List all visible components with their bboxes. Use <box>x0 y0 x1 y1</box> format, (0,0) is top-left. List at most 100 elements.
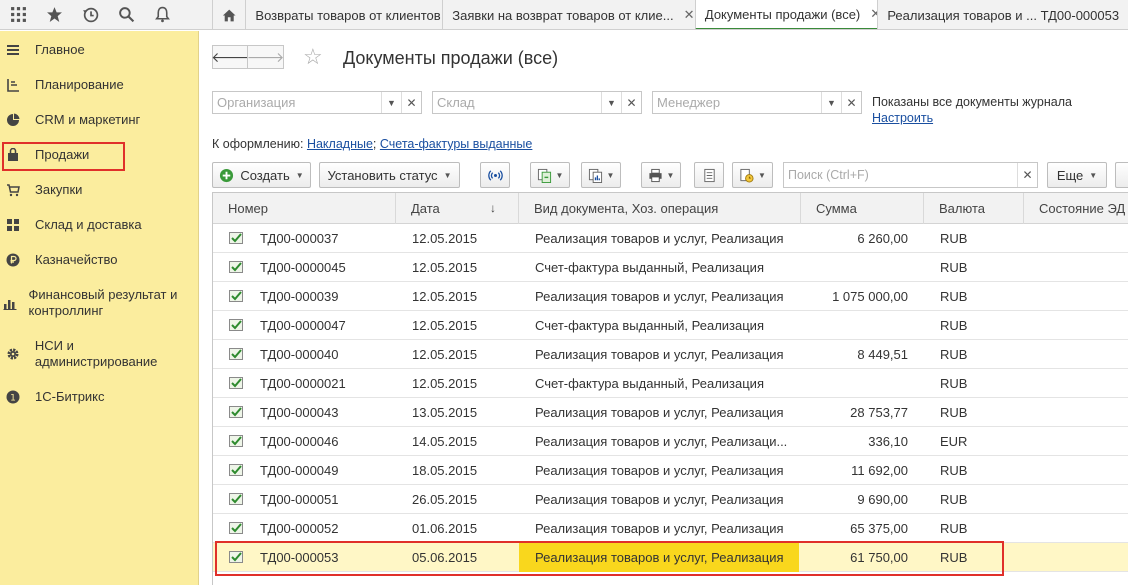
table-row[interactable]: ТД00-0000047 12.05.2015 Счет-фактура выдан… <box>213 311 1128 340</box>
ruble-icon <box>0 253 26 267</box>
document-clock-icon <box>739 168 754 183</box>
table-row[interactable]: ТД00-000040 12.05.2015 Реализация товаров … <box>213 340 1128 369</box>
sidebar-item-financial-result[interactable]: Финансовый результат и контроллинг <box>0 287 199 319</box>
favorite-star-icon[interactable]: ☆ <box>303 44 323 70</box>
clear-icon[interactable]: ✕ <box>841 92 861 113</box>
home-tab[interactable] <box>212 0 245 29</box>
tab-label: Документы продажи (все) <box>704 6 861 22</box>
sidebar-item-main[interactable]: Главное <box>0 42 199 58</box>
invoices-link[interactable]: Накладные <box>307 137 373 151</box>
documents-table: Номер Дата ↓ Вид документа, Хоз. операци… <box>212 192 1128 585</box>
column-header-date[interactable]: Дата <box>396 193 519 224</box>
cell-sum: 28 753,77 <box>850 405 908 420</box>
sidebar-item-warehouse[interactable]: Склад и доставка <box>0 217 199 233</box>
manager-placeholder: Менеджер <box>657 95 721 110</box>
organization-placeholder: Организация <box>217 95 296 110</box>
cell-number: ТД00-0000045 <box>260 260 346 275</box>
sidebar-item-label: Планирование <box>35 77 124 92</box>
posted-document-icon <box>229 232 243 244</box>
cell-currency: RUB <box>940 318 968 333</box>
cell-operation: Реализация товаров и услуг, Реализация <box>535 405 784 420</box>
cell-sum: 6 260,00 <box>857 231 908 246</box>
edi-button[interactable] <box>480 162 510 188</box>
column-header-date-label: Дата <box>411 201 440 216</box>
issued-invoices-link[interactable]: Счета-фактуры выданные <box>380 137 532 151</box>
cell-number: ТД00-0000047 <box>260 318 346 333</box>
top-icons <box>0 0 212 29</box>
column-header-currency[interactable]: Валюта <box>924 193 1024 224</box>
dropdown-arrow-icon[interactable]: ▼ <box>381 92 401 113</box>
cell-currency: RUB <box>940 289 968 304</box>
table-row[interactable]: ТД00-000051 26.05.2015 Реализация товаров … <box>213 485 1128 514</box>
sidebar-item-bitrix[interactable]: 1 1С-Битрикс <box>0 389 199 405</box>
attachments-button[interactable]: ▼ <box>732 162 773 188</box>
column-header-sum[interactable]: Сумма <box>801 193 924 224</box>
caret-down-icon: ▼ <box>555 170 564 180</box>
cell-number: ТД00-000043 <box>260 405 339 420</box>
clear-icon[interactable]: ✕ <box>621 92 641 113</box>
help-button[interactable] <box>1115 162 1128 188</box>
table-row[interactable]: ТД00-000052 01.06.2015 Реализация товаров … <box>213 514 1128 543</box>
column-header-ed-status[interactable]: Состояние ЭД <box>1024 193 1128 224</box>
planning-icon <box>0 78 26 92</box>
reports-button[interactable]: ▼ <box>581 162 621 188</box>
sidebar-item-purchases[interactable]: Закупки <box>0 182 199 198</box>
warehouse-filter[interactable]: Склад ▼ ✕ <box>432 91 642 114</box>
organization-filter[interactable]: Организация ▼ ✕ <box>212 91 422 114</box>
table-row[interactable]: ТД00-000049 18.05.2015 Реализация товаров … <box>213 456 1128 485</box>
sidebar-item-admin[interactable]: НСИ и администрирование <box>0 338 199 370</box>
history-icon[interactable] <box>72 0 108 30</box>
table-row[interactable]: ТД00-000046 14.05.2015 Реализация товаров … <box>213 427 1128 456</box>
table-row[interactable]: ТД00-000039 12.05.2015 Реализация товаров … <box>213 282 1128 311</box>
back-button[interactable]: 🡐 <box>211 45 249 69</box>
cell-currency: EUR <box>940 434 968 449</box>
clear-search-icon[interactable]: ✕ <box>1017 163 1037 187</box>
page-title: Документы продажи (все) <box>343 48 559 68</box>
menu-icon <box>0 43 26 57</box>
more-button[interactable]: Еще ▼ <box>1047 162 1107 188</box>
cell-currency: RUB <box>940 231 968 246</box>
cell-number: ТД00-000037 <box>260 231 339 246</box>
apps-grid-icon[interactable] <box>0 0 36 30</box>
clear-icon[interactable]: ✕ <box>401 92 421 113</box>
to-process-label: К оформлению: <box>212 137 304 151</box>
print-button[interactable]: ▼ <box>641 162 681 188</box>
column-header-operation[interactable]: Вид документа, Хоз. операция <box>519 193 801 224</box>
sidebar-item-planning[interactable]: Планирование <box>0 77 199 93</box>
close-icon[interactable]: ✕ <box>684 7 695 23</box>
journal-button[interactable] <box>694 162 724 188</box>
posted-document-icon <box>229 493 243 505</box>
close-icon[interactable]: ✕ <box>870 6 877 22</box>
cell-currency: RUB <box>940 376 968 391</box>
tab-customer-returns[interactable]: Возвраты товаров от клиентов <box>245 0 442 29</box>
cell-operation: Реализация товаров и услуг, Реализация <box>535 347 784 362</box>
table-row[interactable]: ТД00-000043 13.05.2015 Реализация товаров … <box>213 398 1128 427</box>
dropdown-arrow-icon[interactable]: ▼ <box>821 92 841 113</box>
configure-link[interactable]: Настроить <box>872 111 933 125</box>
table-row[interactable]: ТД00-0000045 12.05.2015 Счет-фактура выдан… <box>213 253 1128 282</box>
tab-realization-td00-000053[interactable]: Реализация товаров и ... ТД00-000053 <box>877 0 1128 29</box>
highlight-frame <box>2 142 125 171</box>
forward-button[interactable]: 🡒 <box>247 45 284 69</box>
posted-document-icon <box>229 319 243 331</box>
notifications-bell-icon[interactable] <box>144 0 180 30</box>
create-based-on-button[interactable]: ▼ <box>530 162 570 188</box>
toolbar: Создать ▼ Установить статус ▼ ▼ ▼ ▼ ▼ По… <box>212 162 1128 188</box>
tab-return-requests[interactable]: Заявки на возврат товаров от клие... ✕ <box>442 0 695 29</box>
dropdown-arrow-icon[interactable]: ▼ <box>601 92 621 113</box>
manager-filter[interactable]: Менеджер ▼ ✕ <box>652 91 862 114</box>
cell-sum: 11 692,00 <box>851 463 908 478</box>
table-row[interactable]: ТД00-0000021 12.05.2015 Счет-фактура выдан… <box>213 369 1128 398</box>
search-icon[interactable] <box>108 0 144 30</box>
set-status-button[interactable]: Установить статус ▼ <box>319 162 460 188</box>
table-row[interactable]: ТД00-000037 12.05.2015 Реализация товаров … <box>213 224 1128 253</box>
cell-number: ТД00-000051 <box>260 492 339 507</box>
cell-sum <box>802 253 908 282</box>
sidebar-item-crm[interactable]: CRM и маркетинг <box>0 112 199 128</box>
column-header-number[interactable]: Номер <box>213 193 396 224</box>
search-input[interactable]: Поиск (Ctrl+F) ✕ <box>783 162 1038 188</box>
tab-sales-documents[interactable]: Документы продажи (все) ✕ <box>694 0 878 29</box>
favorites-star-icon[interactable] <box>36 0 72 30</box>
sidebar-item-treasury[interactable]: Казначейство <box>0 252 199 268</box>
create-button[interactable]: Создать ▼ <box>212 162 311 188</box>
